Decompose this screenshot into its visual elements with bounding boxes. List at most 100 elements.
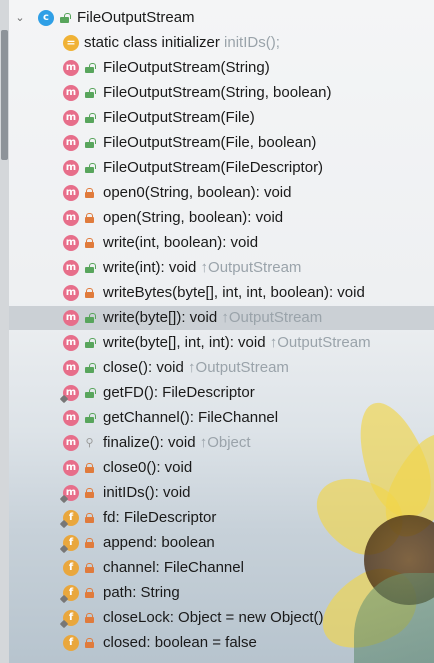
member-signature: write(int, boolean): void [103, 234, 259, 251]
member-signature: open(String, boolean): void [103, 209, 284, 226]
field-icon: f [63, 635, 79, 651]
method-icon: m [63, 210, 79, 226]
tree-node-initializer[interactable]: = static class initializer initIDs(); [9, 31, 434, 55]
method-icon: m [63, 135, 79, 151]
method-icon: m [63, 60, 79, 76]
private-lock-icon [84, 488, 95, 499]
field-icon: f [59, 585, 79, 604]
tree-node-method[interactable]: m write(int): void ↑OutputStream [9, 256, 434, 280]
tree-node-field[interactable]: f closeLock: Object = new Object() [9, 606, 434, 630]
field-icon: f [59, 535, 79, 554]
tree-node-label: write(byte[]): void ↑OutputStream [103, 309, 322, 327]
tree-node-method[interactable]: m open0(String, boolean): void [9, 181, 434, 205]
member-signature: closed: boolean = false [103, 634, 257, 651]
member-signature: FileOutputStream(String, boolean) [103, 84, 332, 101]
pin-icon [59, 494, 69, 504]
tree-node-method[interactable]: m write(byte[]): void ↑OutputStream [9, 306, 434, 330]
tree-node-label: channel: FileChannel [103, 559, 244, 577]
tree-node-method[interactable]: m FileOutputStream(String, boolean) [9, 81, 434, 105]
member-signature: write(byte[]): void [103, 309, 218, 326]
private-lock-icon [84, 238, 95, 249]
member-signature: path: String [103, 584, 180, 601]
member-signature: FileOutputStream(FileDescriptor) [103, 159, 324, 176]
tree-node-label: FileOutputStream(FileDescriptor) [103, 159, 323, 177]
chevron-down-icon[interactable]: ⌄ [13, 11, 27, 25]
member-signature: FileOutputStream(File) [103, 109, 255, 126]
method-icon: m [63, 360, 79, 376]
member-signature: closeLock: Object = new Object() [103, 609, 324, 626]
tree-node-method[interactable]: m close(): void ↑OutputStream [9, 356, 434, 380]
tree-node-label: open0(String, boolean): void [103, 184, 291, 202]
inherited-from-label: ↑OutputStream [196, 259, 302, 276]
pin-icon [59, 394, 69, 404]
method-icon: m [63, 460, 79, 476]
tree-node-method[interactable]: m write(int, boolean): void [9, 231, 434, 255]
private-lock-icon [84, 563, 95, 574]
public-lock-icon [59, 13, 70, 24]
pin-icon [59, 619, 69, 629]
tree-node-label: initIDs(): void [103, 484, 191, 502]
tree-node-label: write(int): void ↑OutputStream [103, 259, 301, 277]
public-lock-icon [84, 63, 95, 74]
public-lock-icon [84, 113, 95, 124]
tree-node-label: getChannel(): FileChannel [103, 409, 278, 427]
member-signature: FileOutputStream [77, 9, 195, 26]
tree-node-method[interactable]: m getFD(): FileDescriptor [9, 381, 434, 405]
member-signature: append: boolean [103, 534, 215, 551]
method-icon: m [63, 335, 79, 351]
tree-node-method[interactable]: m initIDs(): void [9, 481, 434, 505]
member-signature: close0(): void [103, 459, 193, 476]
public-lock-icon [84, 138, 95, 149]
tree-node-field[interactable]: f channel: FileChannel [9, 556, 434, 580]
method-icon: m [63, 110, 79, 126]
tree-node-method[interactable]: m open(String, boolean): void [9, 206, 434, 230]
field-icon: f [59, 510, 79, 529]
tree-node-field[interactable]: f closed: boolean = false [9, 631, 434, 655]
member-signature: finalize(): void [103, 434, 196, 451]
public-lock-icon [84, 363, 95, 374]
tree-node-class[interactable]: ⌄ c FileOutputStream [9, 6, 434, 30]
private-lock-icon [84, 538, 95, 549]
tree-node-field[interactable]: f append: boolean [9, 531, 434, 555]
public-lock-icon [84, 263, 95, 274]
tree-node-method[interactable]: m FileOutputStream(FileDescriptor) [9, 156, 434, 180]
private-lock-icon [84, 638, 95, 649]
class-icon: c [38, 10, 54, 26]
method-icon: m [63, 260, 79, 276]
field-icon: f [59, 610, 79, 629]
tree-node-method[interactable]: m writeBytes(byte[], int, int, boolean): … [9, 281, 434, 305]
tree-node-field[interactable]: f path: String [9, 581, 434, 605]
left-tool-strip [0, 0, 9, 663]
member-signature: static class initializer [84, 34, 220, 51]
tree-node-method[interactable]: m write(byte[], int, int): void ↑OutputSt… [9, 331, 434, 355]
method-icon: m [59, 485, 79, 504]
tree-node-label: write(int, boolean): void [103, 234, 258, 252]
tree-node-label: FileOutputStream [77, 9, 195, 27]
inherited-from-label: ↑OutputStream [217, 309, 323, 326]
tree-node-label: close(): void ↑OutputStream [103, 359, 289, 377]
structure-tool-tab[interactable] [1, 30, 8, 160]
member-signature: getFD(): FileDescriptor [103, 384, 255, 401]
tree-node-method[interactable]: m FileOutputStream(String) [9, 56, 434, 80]
method-icon: m [63, 160, 79, 176]
member-signature: fd: FileDescriptor [103, 509, 217, 526]
method-icon: m [59, 385, 79, 404]
method-icon: m [63, 235, 79, 251]
method-icon: m [63, 435, 79, 451]
method-icon: m [63, 285, 79, 301]
method-icon: m [63, 410, 79, 426]
tree-node-method[interactable]: m close0(): void [9, 456, 434, 480]
tree-node-label: closeLock: Object = new Object() [103, 609, 324, 627]
tree-node-method[interactable]: m FileOutputStream(File, boolean) [9, 131, 434, 155]
tree-node-label: FileOutputStream(File) [103, 109, 255, 127]
initializer-body: initIDs(); [219, 34, 280, 51]
tree-node-method[interactable]: m FileOutputStream(File) [9, 106, 434, 130]
member-signature: FileOutputStream(File, boolean) [103, 134, 317, 151]
tree-node-method[interactable]: m ⚲ finalize(): void ↑Object [9, 431, 434, 455]
tree-node-method[interactable]: m getChannel(): FileChannel [9, 406, 434, 430]
pin-icon [59, 544, 69, 554]
tree-node-field[interactable]: f fd: FileDescriptor [9, 506, 434, 530]
tree-node-label: closed: boolean = false [103, 634, 257, 652]
tree-node-label: open(String, boolean): void [103, 209, 283, 227]
public-lock-icon [84, 313, 95, 324]
